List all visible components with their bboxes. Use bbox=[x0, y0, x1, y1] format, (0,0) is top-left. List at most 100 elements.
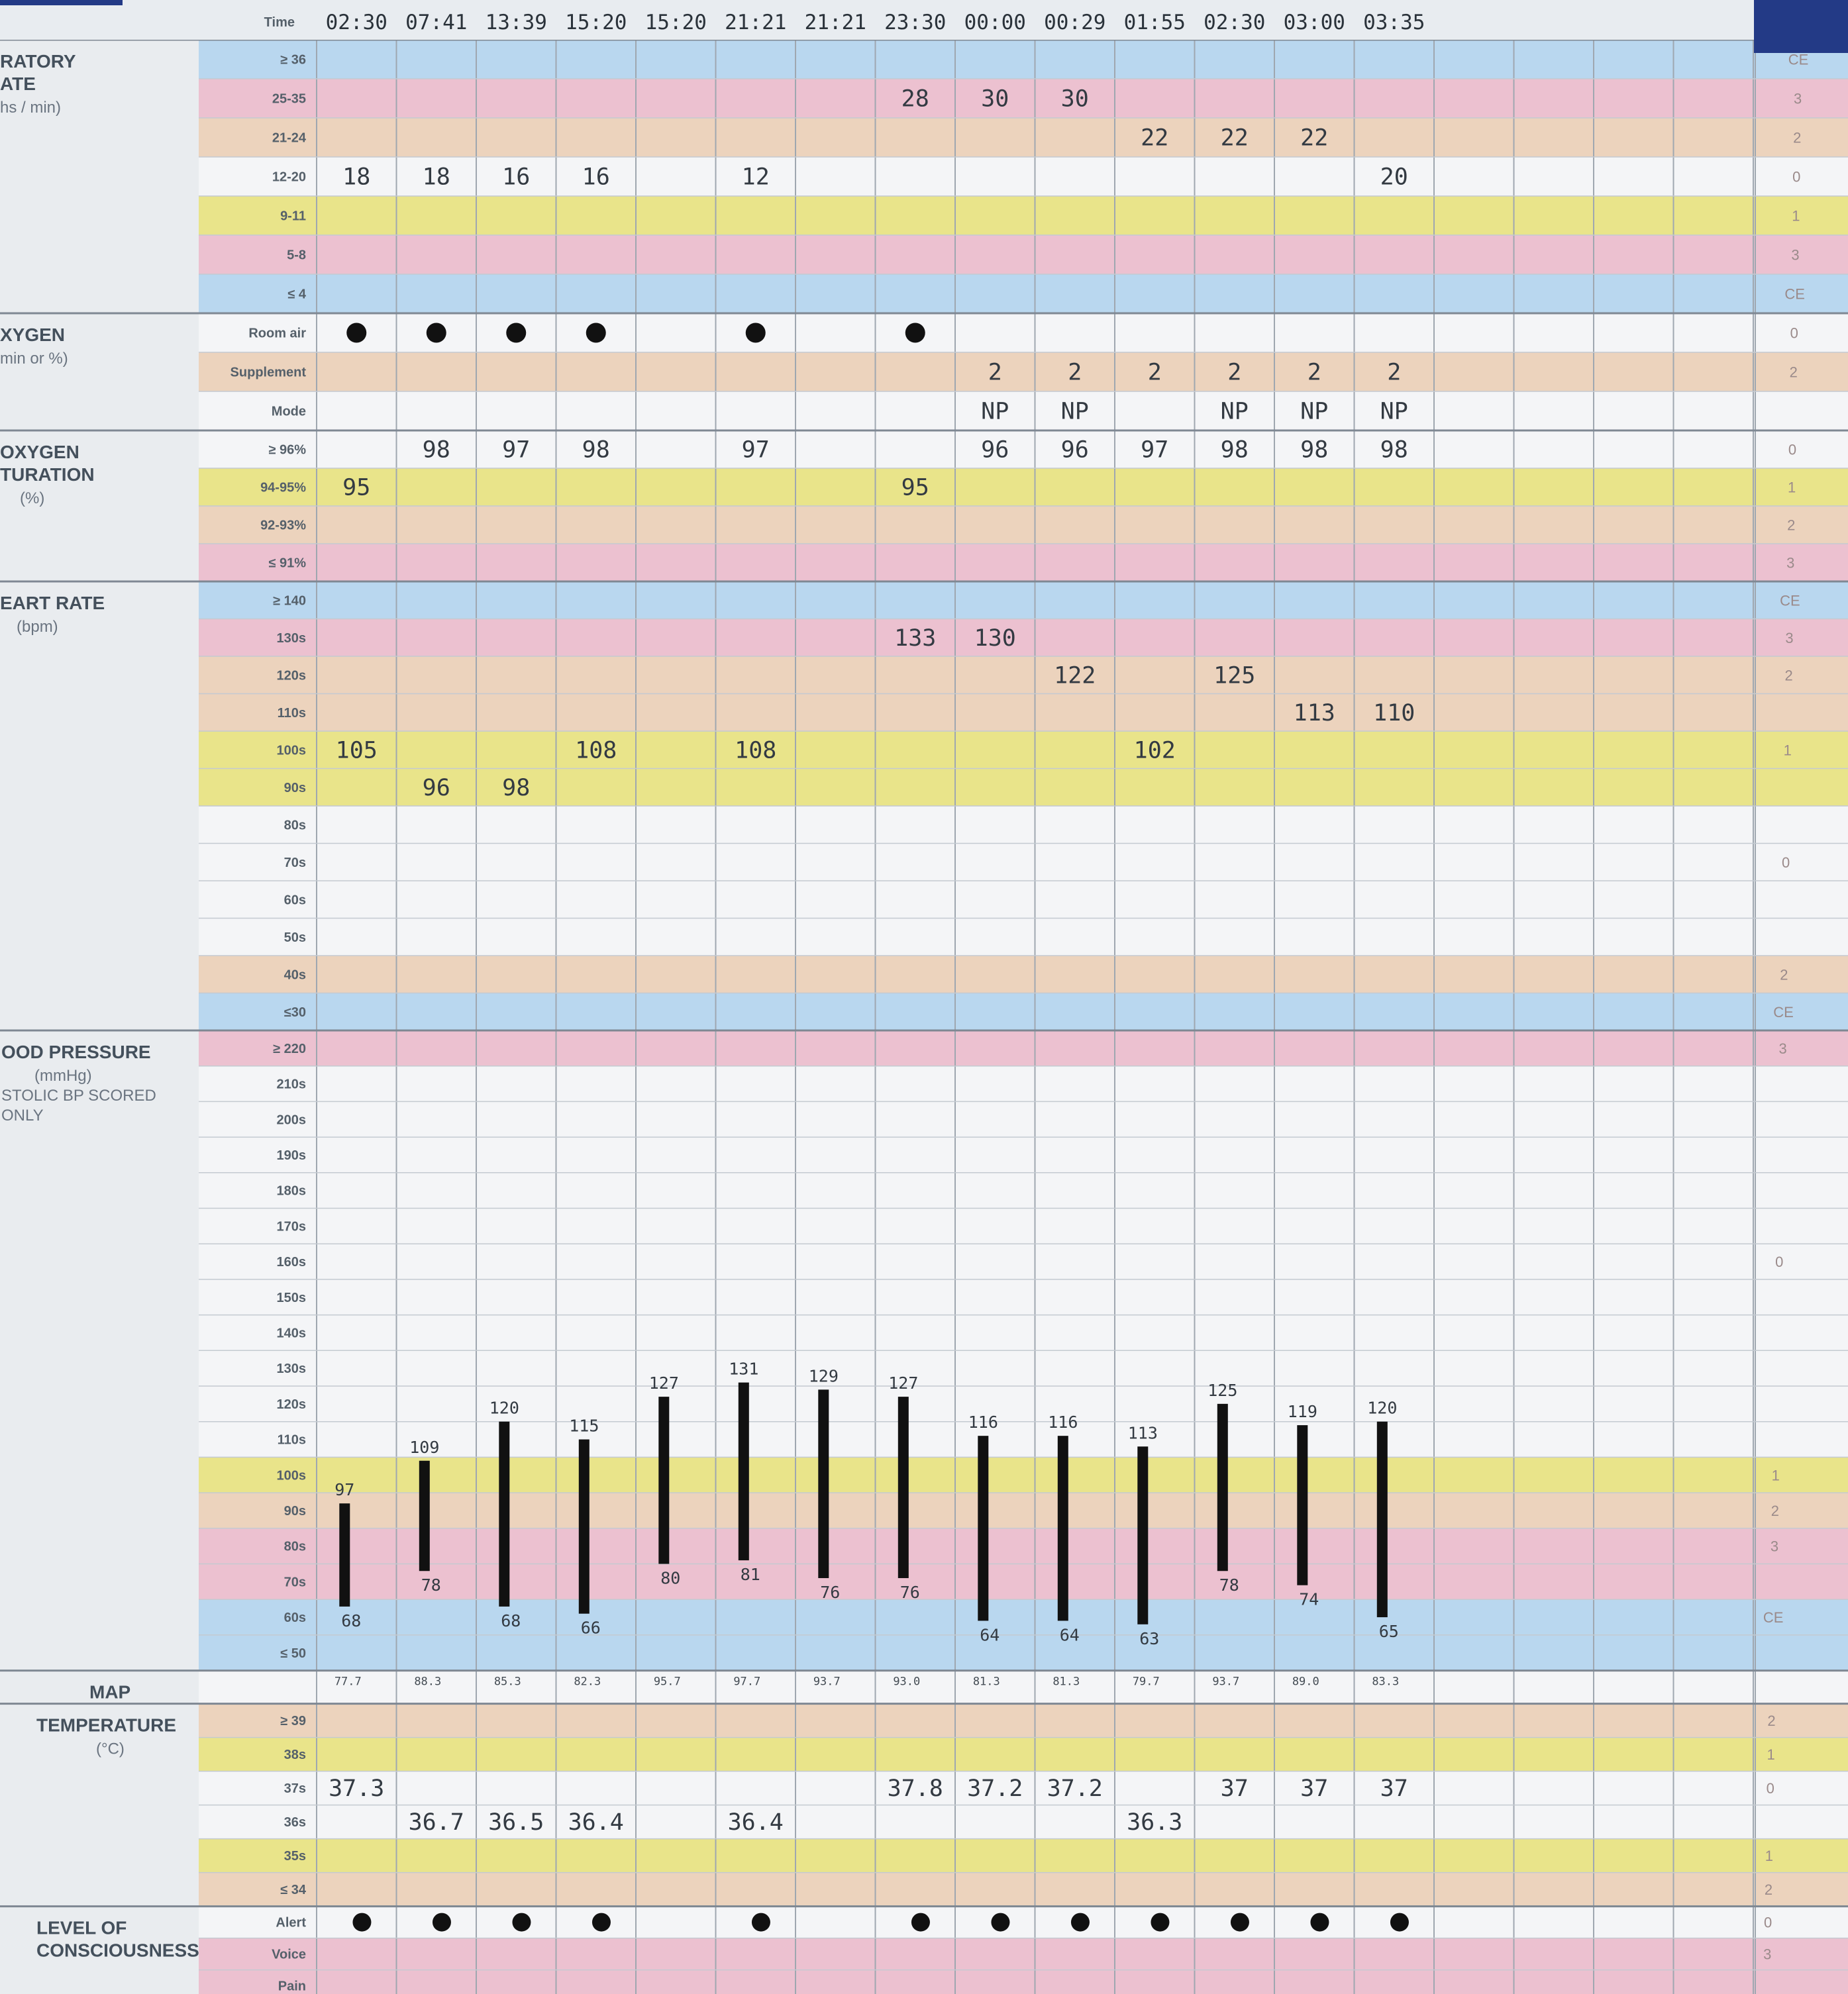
score-label: 3 bbox=[1778, 1040, 1786, 1057]
row-band bbox=[199, 843, 1848, 881]
score-label: 3 bbox=[1771, 1538, 1778, 1555]
row-band bbox=[199, 1279, 1848, 1315]
row-label: 150s bbox=[277, 1291, 307, 1305]
sat-value: 96 bbox=[981, 437, 1009, 464]
supplement-value: 2 bbox=[1068, 360, 1082, 386]
bp-bar bbox=[419, 1460, 430, 1571]
time-header-label: Time bbox=[264, 15, 295, 30]
bp-diastolic-label: 81 bbox=[741, 1565, 760, 1584]
bp-systolic-label: 131 bbox=[729, 1360, 758, 1379]
heart-rate-value: 130 bbox=[974, 625, 1016, 652]
alert-dot bbox=[1230, 1913, 1249, 1932]
row-band bbox=[199, 1208, 1848, 1244]
resp-rate-value: 16 bbox=[582, 164, 610, 191]
row-band bbox=[199, 1350, 1848, 1386]
row-label: ≥ 39 bbox=[280, 1714, 306, 1728]
time-label: 21:21 bbox=[805, 11, 866, 34]
bp-bar bbox=[1217, 1403, 1228, 1571]
time-label: 01:55 bbox=[1124, 11, 1186, 34]
heart-rate-value: 96 bbox=[423, 775, 450, 801]
time-label: 13:39 bbox=[486, 11, 547, 34]
row-label: ≤ 50 bbox=[280, 1646, 306, 1661]
time-label: 23:30 bbox=[884, 11, 946, 34]
resp-rate-value: 22 bbox=[1141, 125, 1168, 152]
sat-value: 98 bbox=[1380, 437, 1408, 464]
score-label: 2 bbox=[1790, 364, 1798, 381]
row-label: 60s bbox=[284, 1611, 306, 1625]
sat-value: 97 bbox=[742, 437, 770, 464]
temp-value: 37.2 bbox=[1047, 1775, 1103, 1802]
score-label: 2 bbox=[1784, 667, 1792, 683]
score-label: 3 bbox=[1791, 247, 1799, 264]
row-label: 190s bbox=[277, 1148, 307, 1163]
sat-value: 98 bbox=[423, 437, 450, 464]
section-title: TEMPERATURE bbox=[36, 1715, 176, 1736]
alert-dot bbox=[1070, 1913, 1090, 1932]
row-band bbox=[199, 619, 1848, 656]
heart-rate-value: 110 bbox=[1373, 700, 1415, 726]
time-label: 21:21 bbox=[725, 11, 786, 34]
bp-bar bbox=[339, 1503, 350, 1607]
heart-rate-value: 98 bbox=[502, 775, 530, 801]
section-title: TURATION bbox=[0, 464, 95, 485]
row-label: 100s bbox=[277, 743, 307, 758]
row-band bbox=[199, 1386, 1848, 1422]
row-label: 50s bbox=[284, 930, 306, 945]
bp-systolic-label: 116 bbox=[968, 1413, 998, 1432]
alert-dot bbox=[1151, 1913, 1170, 1932]
bp-systolic-label: 129 bbox=[809, 1366, 839, 1385]
row-band bbox=[199, 1872, 1848, 1907]
room-air-dot bbox=[586, 323, 606, 343]
section-title: EART RATE bbox=[0, 593, 105, 613]
row-label: ≤ 4 bbox=[287, 287, 307, 302]
row-label: 90s bbox=[284, 781, 306, 795]
row-label: 21-24 bbox=[272, 131, 307, 146]
row-band bbox=[199, 1670, 1848, 1704]
sat-value: 97 bbox=[1141, 437, 1168, 464]
row-band bbox=[199, 1101, 1848, 1138]
row-band bbox=[199, 468, 1848, 506]
row-label: Voice bbox=[272, 1948, 306, 1962]
row-label: 140s bbox=[277, 1326, 307, 1340]
row-band bbox=[199, 806, 1848, 844]
supplement-value: 2 bbox=[1227, 360, 1241, 386]
score-label: 1 bbox=[1772, 1467, 1780, 1483]
bp-systolic-label: 115 bbox=[569, 1417, 599, 1436]
row-band bbox=[199, 918, 1848, 956]
bp-bar bbox=[898, 1397, 909, 1578]
sat-value: 98 bbox=[1221, 437, 1249, 464]
score-label: 2 bbox=[1793, 130, 1801, 146]
alert-dot bbox=[911, 1913, 930, 1932]
bp-systolic-label: 116 bbox=[1048, 1413, 1078, 1432]
row-band bbox=[199, 1066, 1848, 1102]
room-air-dot bbox=[506, 323, 527, 343]
supplement-value: 2 bbox=[1387, 360, 1401, 386]
row-band bbox=[199, 1599, 1848, 1635]
map-value: 83.3 bbox=[1372, 1675, 1399, 1689]
score-label: 0 bbox=[1764, 1915, 1772, 1931]
score-label: 0 bbox=[1792, 169, 1800, 185]
bp-bar bbox=[658, 1397, 670, 1564]
row-band bbox=[199, 731, 1848, 769]
bp-bar bbox=[1297, 1425, 1308, 1585]
row-band bbox=[199, 1244, 1848, 1279]
row-band bbox=[199, 956, 1848, 993]
room-air-dot bbox=[745, 323, 766, 343]
bp-bar bbox=[818, 1389, 829, 1578]
section-subtitle: (bpm) bbox=[17, 618, 58, 636]
heart-rate-value: 122 bbox=[1054, 662, 1096, 689]
score-label: CE bbox=[1788, 52, 1809, 68]
row-band bbox=[199, 274, 1848, 313]
score-label: 0 bbox=[1775, 1254, 1783, 1270]
row-label: ≤ 91% bbox=[268, 556, 306, 571]
row-band bbox=[199, 1771, 1848, 1805]
sat-value: 95 bbox=[342, 475, 370, 501]
row-label: 80s bbox=[284, 1540, 306, 1554]
score-label: 0 bbox=[1782, 854, 1790, 871]
temp-value: 36.4 bbox=[568, 1809, 624, 1836]
section-title: XYGEN bbox=[0, 324, 65, 345]
supplement-value: 2 bbox=[1308, 360, 1321, 386]
heart-rate-value: 125 bbox=[1213, 662, 1255, 689]
map-value: 95.7 bbox=[654, 1675, 681, 1689]
supplement-value: 2 bbox=[1148, 360, 1162, 386]
